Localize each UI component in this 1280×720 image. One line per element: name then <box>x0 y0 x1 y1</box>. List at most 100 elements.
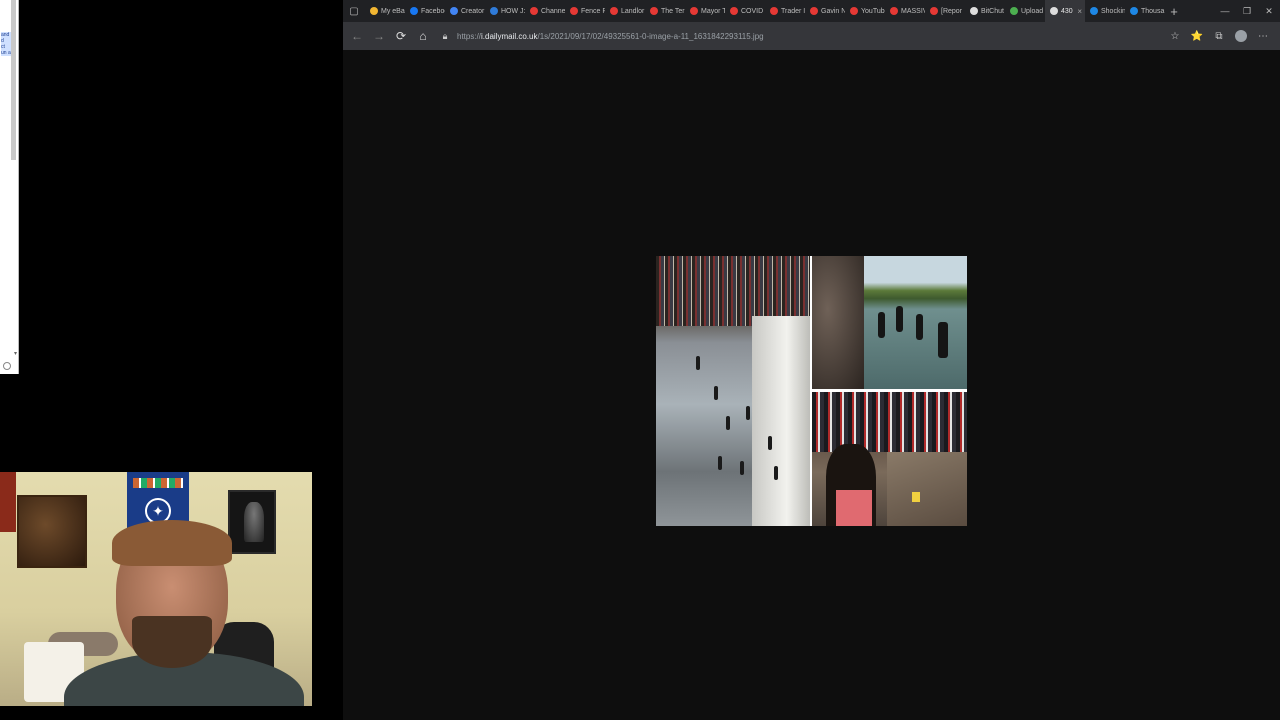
walking-person <box>746 406 750 420</box>
minimize-icon[interactable]: — <box>1214 6 1236 16</box>
crowd-group <box>812 392 967 452</box>
bookmark-star-icon[interactable]: ☆ <box>1164 31 1186 42</box>
address-bar[interactable]: 🔒︎ https://i.dailymail.co.uk/1s/2021/09/… <box>437 26 1279 46</box>
tab-favicon-icon <box>850 7 858 15</box>
document-scrollbar[interactable] <box>11 0 16 160</box>
tab-label: HOW J: <box>501 7 525 15</box>
person-beard <box>132 616 212 668</box>
document-text-fragment: and d ct un a <box>1 32 11 56</box>
poster-figure <box>244 502 264 542</box>
browser-tab[interactable]: MASSIV <box>885 0 925 22</box>
browser-tab[interactable]: Channe <box>525 0 565 22</box>
browser-tab[interactable]: Trader I <box>765 0 805 22</box>
walking-person <box>740 461 744 475</box>
tab-favicon-icon <box>810 7 818 15</box>
document-window-strip[interactable]: and d ct un a ▾ <box>0 0 19 374</box>
browser-tab[interactable]: Gavin N <box>805 0 845 22</box>
favorites-icon[interactable]: ⭐ <box>1186 31 1208 42</box>
browser-tab[interactable]: Faceboo <box>405 0 445 22</box>
tab-list: My eBa Faceboo Creator HOW J: Channe Fence P L… <box>365 0 1165 22</box>
forward-icon[interactable]: → <box>368 29 390 43</box>
tab-favicon-icon <box>890 7 898 15</box>
tab-label: Faceboo <box>421 7 445 15</box>
browser-tab[interactable]: [Repor <box>925 0 965 22</box>
tab-label: Upload <box>1021 7 1044 15</box>
browser-tab[interactable]: BitChut <box>965 0 1005 22</box>
browser-tab[interactable]: YouTube <box>845 0 885 22</box>
tab-favicon-icon <box>490 7 498 15</box>
tab-favicon-icon <box>730 7 738 15</box>
close-window-icon[interactable]: ✕ <box>1258 6 1280 17</box>
walking-person <box>726 416 730 430</box>
tab-label: Creator <box>461 7 485 15</box>
resize-handle-icon[interactable] <box>3 362 11 370</box>
tab-favicon-icon <box>930 7 938 15</box>
tab-favicon-icon <box>690 7 698 15</box>
tab-label: Thousa <box>1141 7 1165 15</box>
new-tab-button[interactable]: + <box>1165 4 1183 19</box>
browser-tab[interactable]: Thousa <box>1125 0 1165 22</box>
restore-icon[interactable]: ❐ <box>1236 6 1258 17</box>
browser-tab[interactable]: Landlor <box>605 0 645 22</box>
tab-label: Mayor T <box>701 7 725 15</box>
weir-water <box>752 316 810 526</box>
tab-label: [Repor <box>941 7 963 15</box>
tab-favicon-icon <box>450 7 458 15</box>
walking-person <box>768 436 772 450</box>
yellow-object <box>912 492 920 502</box>
profile-avatar[interactable] <box>1235 30 1247 42</box>
scroll-down-icon[interactable]: ▾ <box>14 350 17 357</box>
tab-favicon-icon <box>610 7 618 15</box>
page-viewport <box>343 50 1280 720</box>
pink-top <box>836 490 872 526</box>
tab-favicon-icon <box>770 7 778 15</box>
woman-foreground <box>826 444 876 526</box>
browser-tab[interactable]: My eBa <box>365 0 405 22</box>
tab-label: Channe <box>541 7 565 15</box>
walking-person <box>774 466 778 480</box>
walking-person <box>696 356 700 370</box>
reload-icon[interactable]: ⟳ <box>390 29 412 43</box>
river-crossing-photo <box>656 256 810 526</box>
wading-people-photo <box>812 256 967 389</box>
riverbank-crowd-photo <box>812 392 967 526</box>
browser-tab[interactable]: The Ter <box>645 0 685 22</box>
browser-tab[interactable]: Creator <box>445 0 485 22</box>
tab-bar: ▢ My eBa Faceboo Creator HOW J: Channe Fence … <box>343 0 1280 22</box>
news-image-collage[interactable] <box>656 256 967 526</box>
url-scheme: https:// <box>457 31 482 41</box>
window-controls: — ❐ ✕ <box>1214 0 1280 22</box>
browser-toolbar: ← → ⟳ ⌂ 🔒︎ https://i.dailymail.co.uk/1s/… <box>343 22 1280 50</box>
browser-tab[interactable]: HOW J: <box>485 0 525 22</box>
back-icon[interactable]: ← <box>346 29 368 43</box>
person-hair <box>112 520 232 566</box>
collections-icon[interactable]: ⧉ <box>1208 31 1230 42</box>
browser-tab[interactable]: COVID <box>725 0 765 22</box>
browser-tab[interactable]: Fence P <box>565 0 605 22</box>
browser-tab[interactable]: Shockin <box>1085 0 1125 22</box>
menu-icon[interactable]: ⋯ <box>1252 31 1274 42</box>
url-text[interactable]: https://i.dailymail.co.uk/1s/2021/09/17/… <box>457 32 764 41</box>
wading-person <box>878 312 885 338</box>
tab-label: Gavin N <box>821 7 845 15</box>
home-icon[interactable]: ⌂ <box>412 29 434 43</box>
flags-row <box>133 478 183 488</box>
webcam-overlay: ✦ <box>0 472 312 706</box>
wading-person <box>916 314 923 340</box>
tab-label: MASSIV <box>901 7 925 15</box>
tab-favicon-icon <box>1010 7 1018 15</box>
browser-window: ▢ My eBa Faceboo Creator HOW J: Channe Fence … <box>343 0 1280 720</box>
browser-tab[interactable]: Mayor T <box>685 0 725 22</box>
tab-label: The Ter <box>661 7 685 15</box>
tab-label: COVID <box>741 7 764 15</box>
tab-label: YouTube <box>861 7 885 15</box>
tab-label: Fence P <box>581 7 605 15</box>
url-path: /1s/2021/09/17/02/49325561-0-image-a-11_… <box>537 31 764 41</box>
doc-text-line: un a <box>1 50 11 56</box>
foreground-figure <box>812 256 864 389</box>
tab-actions-icon[interactable]: ▢ <box>343 0 365 22</box>
browser-tab[interactable]: Upload <box>1005 0 1045 22</box>
browser-tab[interactable]: 430 × <box>1045 0 1085 22</box>
lock-icon[interactable]: 🔒︎ <box>437 31 453 42</box>
close-tab-icon[interactable]: × <box>1077 7 1082 16</box>
